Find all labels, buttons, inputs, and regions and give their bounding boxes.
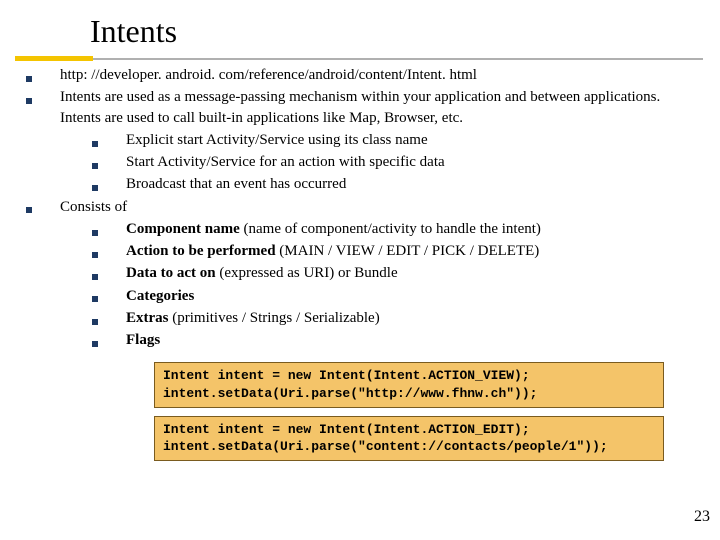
sublist: Explicit start Activity/Service using it… <box>24 130 696 195</box>
bullet-icon <box>92 241 126 261</box>
bullet-icon <box>92 219 126 239</box>
bullet-level2: Extras (primitives / Strings / Serializa… <box>92 308 696 328</box>
code-block-2: Intent intent = new Intent(Intent.ACTION… <box>154 416 664 461</box>
bullet-icon <box>24 197 60 217</box>
bullet-level1: Consists of <box>24 197 696 217</box>
desc: (MAIN / VIEW / EDIT / PICK / DELETE) <box>276 243 540 259</box>
code-line: intent.setData(Uri.parse("http://www.fhn… <box>163 386 537 401</box>
bullet-icon <box>24 65 60 85</box>
term: Extras <box>126 310 172 326</box>
code-block-1: Intent intent = new Intent(Intent.ACTION… <box>154 362 664 407</box>
bullet-text: Intents are used as a message-passing me… <box>60 87 696 128</box>
desc: (name of component/activity to handle th… <box>240 221 541 237</box>
title-block: Intents <box>0 0 720 49</box>
bullet-icon <box>24 87 60 128</box>
term: Component name <box>126 221 240 237</box>
bullet-text: Broadcast that an event has occurred <box>126 174 696 194</box>
bullet-text: Extras (primitives / Strings / Serializa… <box>126 308 696 328</box>
bullet-text: Explicit start Activity/Service using it… <box>126 130 696 150</box>
bullet-icon <box>92 286 126 306</box>
term: Data to act on <box>126 265 216 281</box>
title-accent-gray <box>93 58 703 60</box>
page-number: 23 <box>694 508 710 526</box>
code-line: intent.setData(Uri.parse("content://cont… <box>163 439 608 454</box>
bullet-level2: Broadcast that an event has occurred <box>92 174 696 194</box>
bullet-icon <box>92 152 126 172</box>
bullet-level2: Data to act on (expressed as URI) or Bun… <box>92 263 696 283</box>
term: Action to be performed <box>126 243 276 259</box>
bullet-text: Component name (name of component/activi… <box>126 219 696 239</box>
bullet-level2: Categories <box>92 286 696 306</box>
bullet-text: Consists of <box>60 197 696 217</box>
bullet-icon <box>92 330 126 350</box>
title-accent-yellow <box>15 56 93 61</box>
bullet-icon <box>92 308 126 328</box>
bullet-level2: Action to be performed (MAIN / VIEW / ED… <box>92 241 696 261</box>
bullet-level1: http: //developer. android. com/referenc… <box>24 65 696 85</box>
bullet-level1: Intents are used as a message-passing me… <box>24 87 696 128</box>
sublist: Component name (name of component/activi… <box>24 219 696 351</box>
code-line: Intent intent = new Intent(Intent.ACTION… <box>163 368 530 383</box>
bullet-text: Start Activity/Service for an action wit… <box>126 152 696 172</box>
bullet-text: http: //developer. android. com/referenc… <box>60 65 696 85</box>
bullet-text: Categories <box>126 286 696 306</box>
content-area: http: //developer. android. com/referenc… <box>0 49 720 460</box>
bullet-icon <box>92 263 126 283</box>
bullet-level2: Explicit start Activity/Service using it… <box>92 130 696 150</box>
term: Categories <box>126 288 194 304</box>
bullet-level2: Flags <box>92 330 696 350</box>
desc: (expressed as URI) or Bundle <box>216 265 398 281</box>
term: Flags <box>126 332 160 348</box>
desc: (primitives / Strings / Serializable) <box>172 310 379 326</box>
code-line: Intent intent = new Intent(Intent.ACTION… <box>163 422 530 437</box>
slide-title: Intents <box>90 14 720 49</box>
bullet-text: Flags <box>126 330 696 350</box>
bullet-icon <box>92 174 126 194</box>
bullet-level2: Component name (name of component/activi… <box>92 219 696 239</box>
bullet-text: Action to be performed (MAIN / VIEW / ED… <box>126 241 696 261</box>
bullet-icon <box>92 130 126 150</box>
bullet-text: Data to act on (expressed as URI) or Bun… <box>126 263 696 283</box>
code-examples: Intent intent = new Intent(Intent.ACTION… <box>24 362 696 460</box>
bullet-level2: Start Activity/Service for an action wit… <box>92 152 696 172</box>
